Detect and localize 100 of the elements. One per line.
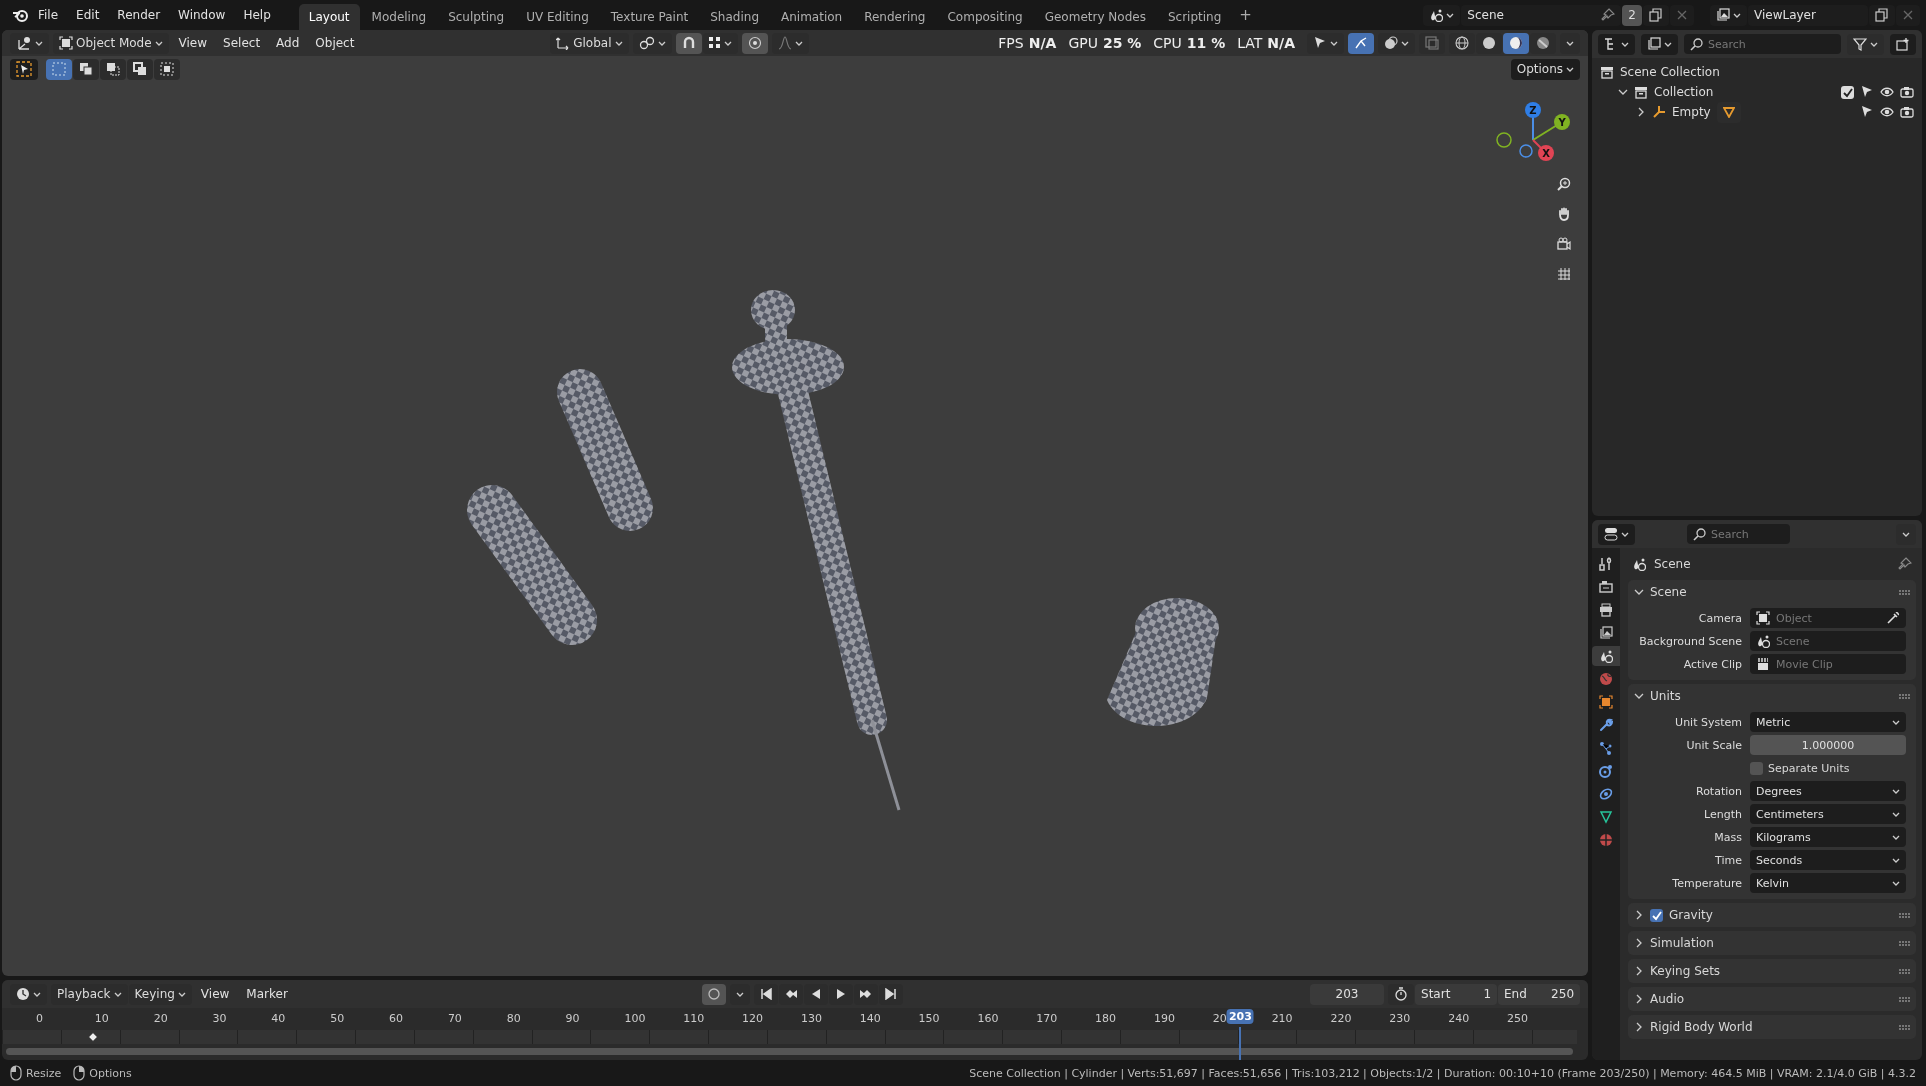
workspace-tab[interactable]: Compositing [937,4,1033,30]
new-scene-button[interactable] [1643,4,1669,26]
arrow-icon[interactable] [1860,85,1874,99]
camera-icon[interactable] [1900,105,1914,119]
scene-type-dropdown[interactable] [1423,4,1461,26]
editor-type-button[interactable] [1598,523,1635,545]
dropdown[interactable]: Degrees [1750,781,1906,801]
pivot-dropdown[interactable] [632,32,672,54]
playhead-frame-label[interactable]: 203 [1226,1009,1254,1024]
properties-tab[interactable] [1592,646,1620,666]
playback-button[interactable] [829,983,854,1005]
tree-item-label[interactable]: Scene Collection [1620,65,1720,79]
shading-options-dropdown[interactable] [1560,32,1580,54]
eyedropper-icon[interactable] [1886,611,1900,625]
eye-icon[interactable] [1880,105,1894,119]
panel-header[interactable]: Rigid Body World [1628,1015,1916,1039]
playhead-line[interactable] [1239,1027,1242,1060]
playback-button[interactable] [804,983,829,1005]
snap-toggle[interactable] [675,32,702,54]
menu-item[interactable]: View [172,33,214,53]
panel-header[interactable]: Simulation [1628,931,1916,955]
workspace-tab[interactable]: Sculpting [438,4,515,30]
select-mode-button[interactable] [73,58,99,80]
workspace-tab[interactable]: Texture Paint [600,4,699,30]
tree-item-label[interactable]: Empty [1672,105,1711,119]
eye-icon[interactable] [1880,85,1894,99]
panel-header[interactable]: Audio [1628,987,1916,1011]
menu-dropdown[interactable]: Playback [51,983,128,1005]
workspace-tab[interactable]: Layout [298,4,360,30]
options-dropdown[interactable]: Options [1510,58,1580,80]
end-frame-field[interactable]: End 250 [1498,983,1580,1005]
delete-view-layer-button[interactable] [1896,4,1920,26]
scene-field[interactable]: Scene [1461,4,1622,26]
selectability-dropdown[interactable] [1307,32,1344,54]
workspace-tab[interactable]: UV Editing [516,4,599,30]
playback-button[interactable] [779,983,804,1005]
drag-handle-icon[interactable] [1899,996,1910,1002]
new-view-layer-button[interactable] [1869,4,1895,26]
constraint-badge[interactable] [1716,101,1741,123]
select-tool-button[interactable] [10,58,38,80]
overlay-toggle[interactable] [1378,32,1415,54]
number-field[interactable]: 1.000000 [1750,735,1906,755]
exclude-checkbox[interactable] [1841,85,1854,99]
editor-type-button[interactable] [10,983,47,1005]
search-field[interactable]: Search [1684,34,1841,54]
zoom-in-icon[interactable] [1557,177,1571,191]
arrow-icon[interactable] [1860,105,1874,119]
shading-mode-button[interactable] [1503,32,1529,54]
menu-item[interactable]: Add [270,33,306,53]
editor-type-button[interactable] [10,32,49,54]
pin-icon[interactable] [1898,557,1912,571]
panel-header[interactable]: Keying Sets [1628,959,1916,983]
workspace-tab[interactable]: Animation [771,4,853,30]
current-frame-field[interactable]: 203 [1310,983,1384,1005]
filter-dropdown[interactable] [1847,33,1884,55]
picker-field[interactable]: Object [1750,608,1906,628]
drag-handle-icon[interactable] [1899,968,1910,974]
grid-icon[interactable] [1557,267,1571,281]
playback-button[interactable] [754,983,779,1005]
preview-range-toggle[interactable] [1388,983,1414,1005]
panel-header[interactable]: Gravity [1628,903,1916,927]
select-mode-button[interactable] [154,58,180,80]
menu-dropdown[interactable]: Keying [128,983,192,1005]
app-logo-icon[interactable] [12,8,28,22]
add-workspace-button[interactable]: + [1233,4,1258,26]
menu-item[interactable]: Edit [68,5,108,25]
picker-field[interactable]: Movie Clip [1750,654,1906,674]
drag-handle-icon[interactable] [1899,693,1910,699]
playback-button[interactable] [879,983,904,1005]
checkbox[interactable] [1750,761,1763,775]
view-layer-type-dropdown[interactable] [1710,4,1747,26]
dropdown[interactable]: Metric [1750,712,1906,732]
mode-dropdown[interactable]: Object Mode [53,32,169,54]
menu-item[interactable]: Render [109,5,169,25]
menu-item[interactable]: File [30,5,67,25]
dropdown[interactable]: Kelvin [1750,873,1906,893]
menu-item[interactable]: View [192,984,238,1004]
drag-handle-icon[interactable] [1899,1024,1910,1030]
delete-scene-button[interactable] [1670,4,1694,26]
workspace-tab[interactable]: Modeling [361,4,437,30]
drag-handle-icon[interactable] [1899,940,1910,946]
search-field[interactable]: Search [1687,524,1790,544]
menu-item[interactable]: Select [217,33,267,53]
menu-item[interactable]: Window [170,5,234,25]
select-mode-button[interactable] [127,58,153,80]
xray-toggle[interactable] [1419,32,1445,54]
panel-header[interactable]: Units [1628,684,1916,708]
filter-mode-dropdown[interactable] [1641,33,1678,55]
select-mode-button[interactable] [46,58,72,80]
new-collection-button[interactable] [1890,33,1916,55]
gizmo-toggle[interactable] [1348,32,1374,54]
dropdown[interactable]: Seconds [1750,850,1906,870]
orientation-dropdown[interactable]: Global [550,32,629,54]
workspace-tab[interactable]: Geometry Nodes [1034,4,1156,30]
snap-target-dropdown[interactable] [702,32,738,54]
playback-button[interactable] [854,983,879,1005]
shading-mode-button[interactable] [1449,32,1475,54]
shading-mode-button[interactable] [1476,32,1502,54]
navigation-gizmo[interactable]: Z Y X [1496,96,1576,176]
start-frame-field[interactable]: Start 1 [1415,983,1497,1005]
